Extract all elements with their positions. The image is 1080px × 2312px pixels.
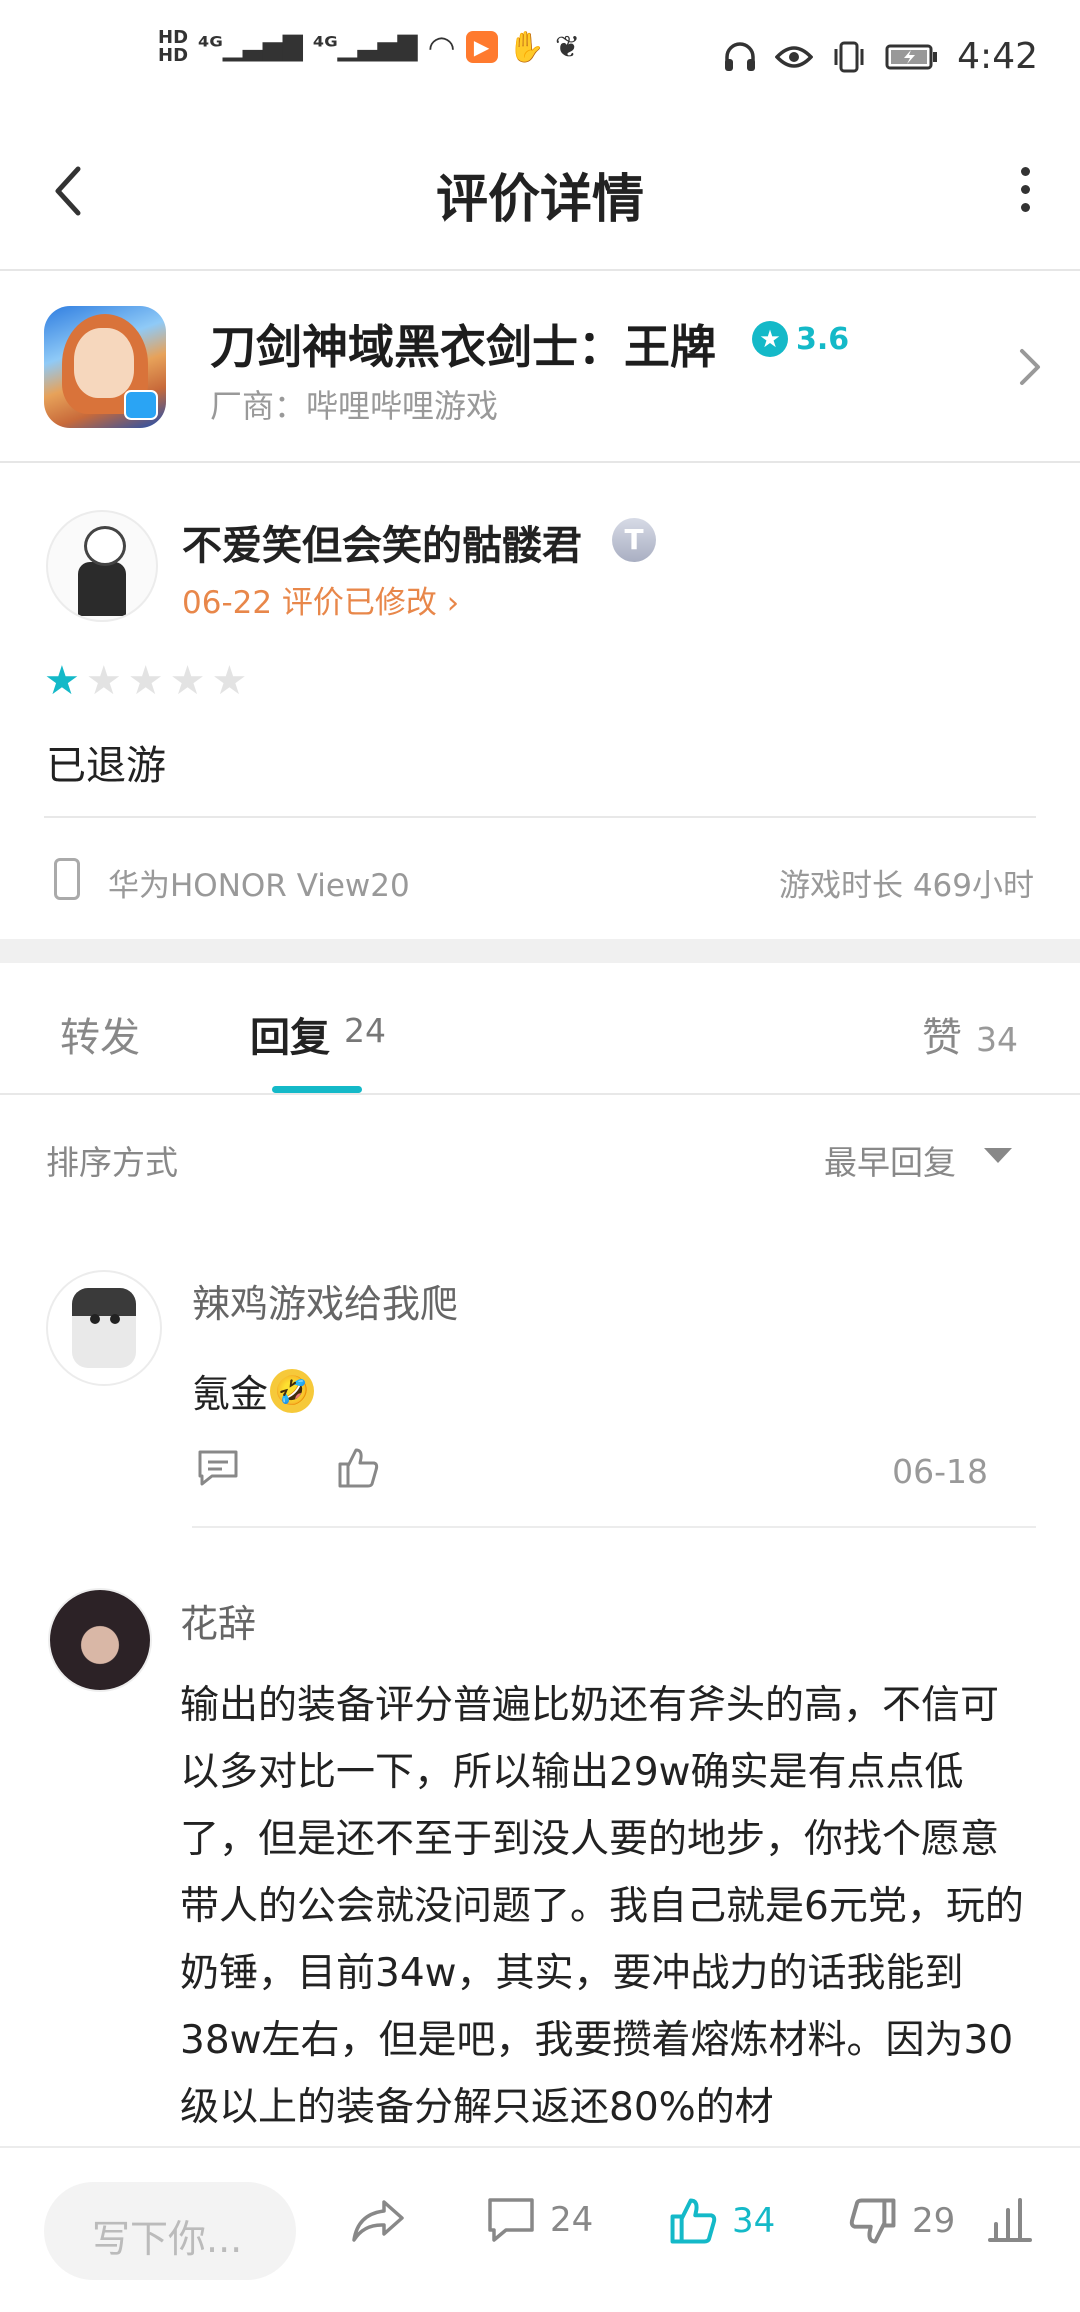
play-app-icon: ▶	[465, 31, 498, 63]
commenter-name[interactable]: 辣鸡游戏给我爬	[192, 1273, 458, 1328]
thumbs-up-icon[interactable]	[336, 1446, 380, 1490]
dislike-button[interactable]: 29	[848, 2196, 955, 2246]
game-card[interactable]: 刀剑神域黑衣剑士：王牌 ★ 3.6 厂商：哔哩哔哩游戏	[0, 271, 1080, 463]
star-empty-icon: ★	[211, 658, 248, 704]
star-icon: ★	[752, 321, 788, 357]
like-count: 34	[732, 2201, 776, 2241]
dislike-count: 29	[912, 2201, 956, 2241]
game-title: 刀剑神域黑衣剑士：王牌	[210, 320, 716, 374]
comment-button[interactable]: 24	[486, 2196, 593, 2244]
caret-down-icon[interactable]	[984, 1148, 1012, 1163]
status-left-icons: HD HD ⁴ᴳ▁▃▅▇ ⁴ᴳ▁▃▅▇ ◠ ▶ ✋ ❦	[158, 28, 580, 66]
review-stars: ★ ★ ★ ★ ★	[44, 661, 247, 701]
tab-bar: 转发 回复 24 赞 34	[0, 963, 1080, 1095]
sort-label: 排序方式	[46, 1143, 178, 1182]
commenter-avatar[interactable]	[48, 1588, 152, 1692]
headphones-icon	[725, 41, 756, 71]
thumbs-down-icon	[849, 2198, 896, 2244]
eye-icon	[775, 45, 814, 68]
sort-select[interactable]: 最早回复	[824, 1136, 956, 1184]
tab-active-indicator	[272, 1086, 362, 1093]
write-reply-placeholder: 写下你...	[92, 2217, 243, 2261]
tab-reply-count[interactable]: 24	[344, 1011, 386, 1050]
section-separator	[0, 939, 1080, 963]
chevron-right-icon[interactable]	[1014, 345, 1044, 389]
tab-forward[interactable]: 转发	[60, 1005, 140, 1063]
share-button[interactable]	[350, 2196, 406, 2244]
comment-icon	[488, 2198, 534, 2242]
commenter-avatar[interactable]	[46, 1270, 162, 1386]
status-time: 4:42	[957, 36, 1038, 77]
status-bar: HD HD ⁴ᴳ▁▃▅▇ ⁴ᴳ▁▃▅▇ ◠ ▶ ✋ ❦ 4:42	[0, 0, 1080, 115]
battery-icon	[885, 44, 938, 69]
reviewer-avatar[interactable]	[46, 510, 158, 622]
bottom-action-bar: 写下你... 24 34 29	[0, 2146, 1080, 2312]
comment-text: 氪金 🤣	[192, 1363, 315, 1418]
status-right-icons: 4:42	[723, 36, 1038, 77]
page-title: 评价详情	[435, 170, 644, 230]
game-rating: ★ 3.6	[752, 321, 849, 357]
tab-like-count: 34	[976, 1020, 1018, 1059]
reviewer-name[interactable]: 不爱笑但会笑的骷髅君	[182, 513, 582, 571]
signal-4g-icon: ⁴ᴳ▁▃▅▇	[198, 32, 303, 62]
signal-4g-icon: ⁴ᴳ▁▃▅▇	[312, 32, 418, 62]
phone-icon	[54, 858, 80, 900]
squirrel-app-icon: ❦	[554, 29, 581, 65]
reply-icon[interactable]	[196, 1448, 240, 1488]
user-level-badge: T	[612, 518, 656, 562]
star-filled-icon: ★	[44, 658, 80, 704]
comment-text: 输出的装备评分普遍比奶还有斧头的高，不信可以多对比一下，所以输出29w确实是有点…	[180, 1683, 1024, 2130]
like-button[interactable]: 34	[668, 2196, 775, 2246]
more-vertical-icon[interactable]	[1018, 167, 1032, 217]
tab-like-label: 赞	[922, 1015, 962, 1061]
comment-date: 06-18	[892, 1452, 988, 1491]
tab-like[interactable]: 赞 34	[922, 1005, 1018, 1063]
review-device: 华为HONOR View20	[108, 868, 410, 904]
commenter-name[interactable]: 花辞	[180, 1593, 256, 1648]
stats-button[interactable]	[986, 2196, 1034, 2244]
bar-chart-icon	[988, 2198, 1032, 2242]
review-playtime: 游戏时长 469小时	[778, 868, 1034, 904]
divider	[44, 816, 1036, 818]
comment-count: 24	[550, 2200, 594, 2240]
star-empty-icon: ★	[127, 658, 164, 704]
game-app-icon[interactable]	[44, 306, 166, 428]
review-text: 已退游	[46, 743, 166, 789]
hd-icon: HD HD	[158, 27, 189, 66]
hand-app-icon: ✋	[507, 29, 545, 65]
write-reply-input[interactable]: 写下你...	[44, 2182, 296, 2280]
thumbs-up-icon	[670, 2198, 717, 2244]
top-app-bar: 评价详情	[0, 115, 1080, 271]
wifi-icon: ◠	[427, 28, 456, 66]
star-empty-icon: ★	[169, 658, 206, 704]
tab-reply[interactable]: 回复	[250, 1005, 330, 1063]
vibrate-icon	[834, 41, 864, 72]
review-date-label: 06-22 评价已修改	[182, 585, 437, 621]
divider	[192, 1526, 1036, 1528]
comment-text-body: 氪金	[192, 1372, 269, 1416]
game-rating-value: 3.6	[796, 321, 850, 357]
share-icon	[352, 2200, 404, 2242]
review-edited-link[interactable]: 06-22 评价已修改 ›	[182, 577, 459, 622]
chevron-right-small-icon: ›	[436, 585, 460, 621]
laughing-emoji-icon: 🤣	[270, 1368, 315, 1413]
game-vendor: 厂商：哔哩哔哩游戏	[210, 387, 499, 425]
star-empty-icon: ★	[85, 658, 122, 704]
